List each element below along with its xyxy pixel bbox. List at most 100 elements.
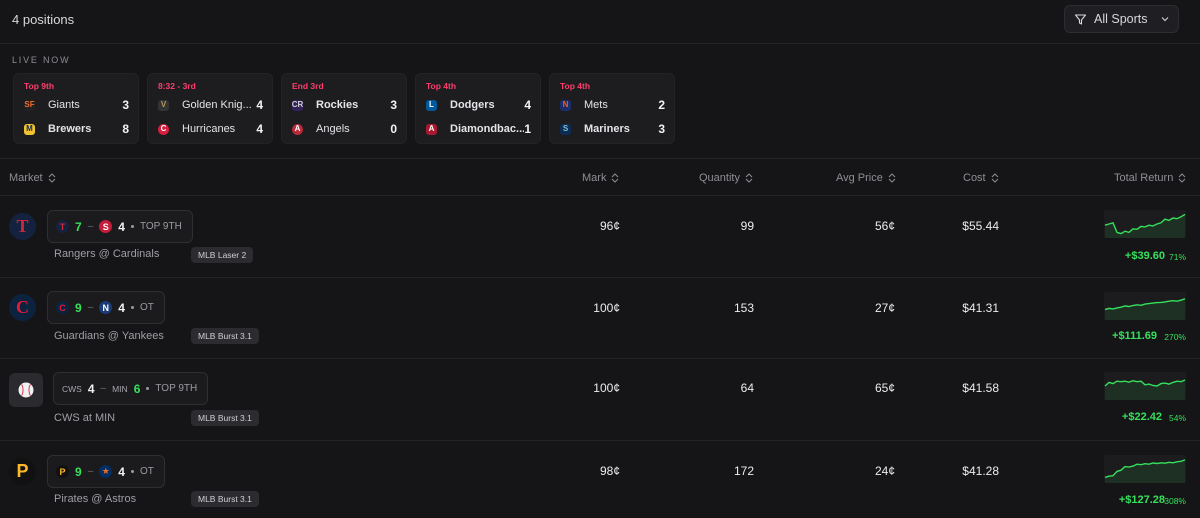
pirates-mini-logo-icon: P <box>56 465 69 478</box>
quantity-value: 153 <box>733 301 754 315</box>
live-game-card[interactable]: Top 9th SF Giants 3 M Brewers 8 <box>13 73 139 144</box>
column-header-market[interactable]: Market <box>9 172 56 184</box>
game-status: End 3rd <box>292 81 324 91</box>
guardians-logo-icon: C <box>9 294 36 321</box>
astros-mini-logo-icon: ★ <box>99 465 113 478</box>
matchup-label: Pirates @ Astros <box>54 493 137 505</box>
away-score: 4 <box>118 219 125 234</box>
score-separator: – <box>87 302 94 313</box>
away-score: 4 <box>118 300 125 315</box>
team-score: 4 <box>524 98 531 112</box>
giants-logo-icon: SF <box>24 99 35 111</box>
return-amount: +$127.28 <box>1118 494 1165 506</box>
score-separator: – <box>87 466 94 477</box>
top-bar: 4 positions All Sports <box>0 0 1200 44</box>
avg-price-value: 24¢ <box>874 464 895 478</box>
column-header-total-return[interactable]: Total Return <box>1114 172 1186 184</box>
column-header-quantity[interactable]: Quantity <box>699 172 753 184</box>
cardinals-mini-logo-icon: S <box>99 220 113 233</box>
game-status: 8:32 - 3rd <box>158 81 196 91</box>
home-score: 9 <box>75 464 82 479</box>
team-score: 4 <box>256 98 263 112</box>
live-game-card[interactable]: End 3rd CR Rockies 3 A Angels 0 <box>281 73 407 144</box>
home-score: 4 <box>87 381 95 396</box>
return-amount: +$39.60 <box>1124 250 1165 262</box>
team-score: 2 <box>658 98 665 112</box>
live-game-card[interactable]: 8:32 - 3rd V Golden Knig... 4 C Hurricanes 4 <box>147 73 273 144</box>
home-team-abbr: CWS <box>62 383 82 394</box>
sports-filter-dropdown[interactable]: All Sports <box>1064 5 1179 33</box>
sports-filter-label: All Sports <box>1094 12 1148 26</box>
team-name: Brewers <box>48 123 92 135</box>
pirates-logo-icon: P <box>9 458 36 485</box>
hurricanes-logo-icon: C <box>158 123 169 135</box>
cost-value: $41.28 <box>962 464 999 478</box>
column-header-mark[interactable]: Mark <box>582 172 619 184</box>
model-tag: MLB Burst 3.1 <box>191 410 259 426</box>
team-name: Angels <box>316 123 350 135</box>
game-status: Top 4th <box>560 81 591 91</box>
return-percent: 270% <box>1164 332 1186 342</box>
mark-value: 100¢ <box>593 301 620 315</box>
avg-price-value: 56¢ <box>874 219 895 233</box>
live-now-label: LIVE NOW <box>12 55 71 65</box>
game-period: TOP 9TH <box>155 383 198 394</box>
team-name: Diamondbac... <box>450 123 525 135</box>
rockies-logo-icon: CR <box>291 99 304 111</box>
game-status: Top 4th <box>426 81 457 91</box>
filter-icon <box>1074 13 1087 25</box>
position-row[interactable]: P P 9 – ★ 4 OT Pirates @ Astros MLB Burs… <box>0 441 1200 518</box>
mark-value: 96¢ <box>599 219 620 233</box>
score-pill: CWS 4 – MIN 6 TOP 9TH <box>53 372 209 405</box>
guardians-mini-logo-icon: C <box>56 301 69 314</box>
brewers-logo-icon: M <box>24 123 35 135</box>
team-score: 8 <box>122 122 129 136</box>
sort-icon <box>745 173 753 183</box>
separator-dot <box>130 225 134 228</box>
sort-icon <box>1178 173 1186 183</box>
live-game-card[interactable]: Top 4th L Dodgers 4 A Diamondbac... 1 <box>415 73 541 144</box>
matchup-label: CWS at MIN <box>54 412 116 424</box>
separator-dot <box>146 387 150 390</box>
cost-value: $55.44 <box>962 219 999 233</box>
sort-icon <box>48 173 55 183</box>
position-row[interactable]: T T 7 – S 4 TOP 9TH Rangers @ Cardinals … <box>0 197 1200 278</box>
sort-icon <box>991 173 998 183</box>
home-score: 9 <box>75 300 82 315</box>
quantity-value: 172 <box>733 464 754 478</box>
score-pill: T 7 – S 4 TOP 9TH <box>47 210 193 243</box>
diamondbacks-logo-icon: A <box>426 123 437 135</box>
return-percent: 71% <box>1168 252 1186 262</box>
avg-price-value: 27¢ <box>874 301 895 315</box>
column-header-cost[interactable]: Cost <box>963 172 999 184</box>
rangers-logo-icon: T <box>9 213 36 240</box>
positions-table-header: Market Mark Quantity Avg Price Cost Tota… <box>0 160 1200 196</box>
away-team-abbr: MIN <box>112 383 128 394</box>
position-row[interactable]: C C 9 – N 4 OT Guardians @ Yankees MLB B… <box>0 278 1200 359</box>
away-score: 4 <box>118 464 125 479</box>
separator-dot <box>130 306 134 309</box>
team-score: 3 <box>122 98 129 112</box>
team-score: 3 <box>658 122 665 136</box>
live-game-card[interactable]: Top 4th N Mets 2 S Mariners 3 <box>549 73 675 144</box>
cost-value: $41.58 <box>962 381 999 395</box>
team-score: 1 <box>524 122 531 136</box>
positions-count: 4 positions <box>12 12 75 27</box>
return-sparkline <box>1104 455 1186 483</box>
avg-price-value: 65¢ <box>874 381 895 395</box>
column-header-avg-price[interactable]: Avg Price <box>836 172 896 184</box>
sort-icon <box>612 173 619 183</box>
return-sparkline <box>1104 292 1186 320</box>
team-score: 0 <box>390 122 397 136</box>
mark-value: 98¢ <box>599 464 620 478</box>
golden-knights-logo-icon: V <box>158 99 169 111</box>
team-name: Hurricanes <box>182 123 236 135</box>
separator-dot <box>130 470 134 473</box>
game-period: TOP 9TH <box>139 221 182 232</box>
team-name: Giants <box>48 99 80 111</box>
dodgers-logo-icon: L <box>426 99 437 111</box>
return-percent: 54% <box>1168 413 1186 423</box>
position-row[interactable]: CWS 4 – MIN 6 TOP 9TH CWS at MIN MLB Bur… <box>0 359 1200 441</box>
score-pill: P 9 – ★ 4 OT <box>47 455 165 488</box>
quantity-value: 64 <box>740 381 754 395</box>
